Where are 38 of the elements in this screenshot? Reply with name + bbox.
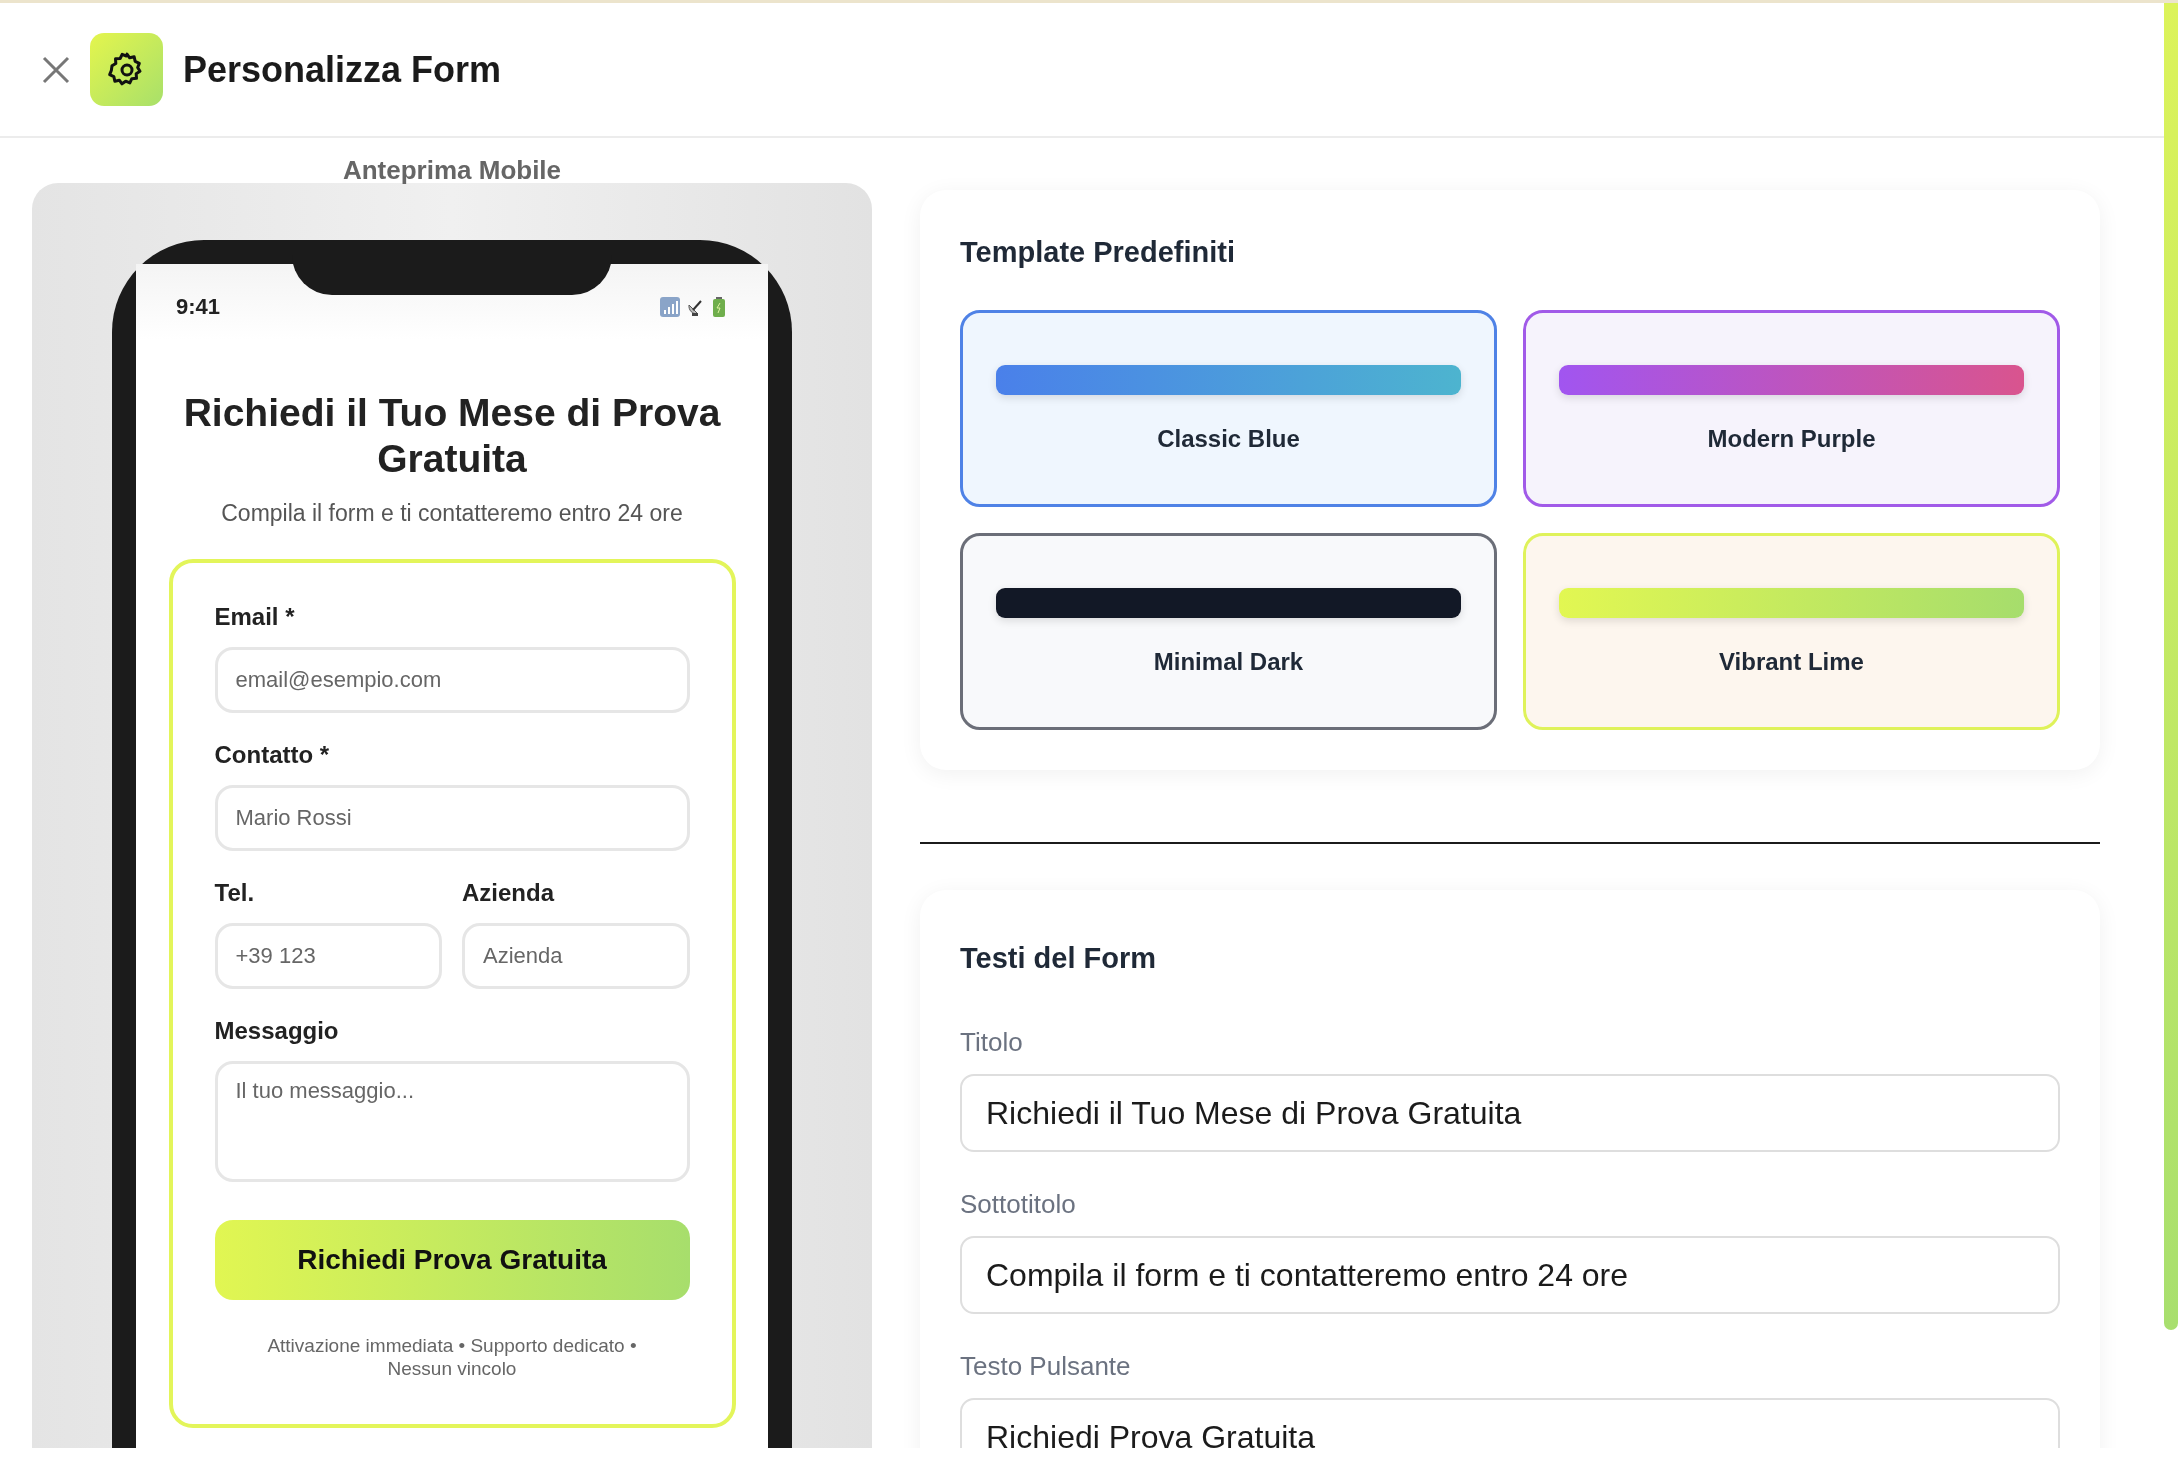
input-field[interactable]: Azienda [462, 923, 690, 989]
dialog-title: Personalizza Form [183, 48, 502, 91]
template-card[interactable]: Classic Blue [960, 310, 1497, 507]
form-title: Richiedi il Tuo Mese di Prova Gratuita [182, 390, 722, 482]
field-label: Tel. [214, 879, 256, 907]
input-field[interactable]: Mario Rossi [214, 785, 690, 851]
template-card[interactable]: Minimal Dark [960, 533, 1497, 730]
form-footer-text: Attivazione immediata • Supporto dedicato • Nessun vincolo [266, 1334, 638, 1380]
text-input[interactable]: Richiedi il Tuo Mese di Prova Gratuita [960, 1074, 2060, 1152]
battery-icon [712, 297, 726, 317]
template-card[interactable]: Modern Purple [1523, 310, 2060, 507]
status-time: 9:41 [176, 294, 221, 320]
field-label: Azienda [462, 879, 556, 907]
close-icon[interactable] [42, 55, 70, 84]
message-field[interactable]: Il tuo messaggio... [214, 1061, 690, 1182]
field-label: Testo Pulsante [960, 1350, 1132, 1382]
template-name: Minimal Dark [1153, 648, 1304, 676]
input-field[interactable]: +39 123 [214, 923, 442, 989]
signal-icon [660, 297, 680, 317]
submit-button[interactable]: Richiedi Prova Gratuita [214, 1220, 690, 1300]
field-label: Sottotitolo [960, 1188, 1077, 1220]
text-input[interactable]: Richiedi Prova Gratuita [960, 1398, 2060, 1448]
field-label: Email * [214, 603, 296, 631]
template-name: Vibrant Lime [1719, 648, 1864, 676]
text-input[interactable]: Compila il form e ti contatteremo entro 24 ore [960, 1236, 2060, 1314]
preview-label: Anteprima Mobile [342, 154, 562, 187]
template-name: Classic Blue [1157, 425, 1300, 453]
template-card[interactable]: Vibrant Lime [1523, 533, 2060, 730]
form-subtitle: Compila il form e ti contatteremo entro 24 ore [221, 500, 683, 527]
field-label: Messaggio [214, 1017, 340, 1045]
field-label: Contatto * [214, 741, 331, 769]
field-label: Titolo [960, 1026, 1024, 1058]
section-title: Testi del Form [960, 941, 1158, 976]
input-field[interactable]: email@esempio.com [214, 647, 690, 713]
section-title: Template Predefiniti [960, 235, 1237, 270]
template-name: Modern Purple [1707, 425, 1876, 453]
scrollbar-thumb[interactable] [2164, 3, 2178, 1330]
settings-icon [90, 33, 163, 106]
